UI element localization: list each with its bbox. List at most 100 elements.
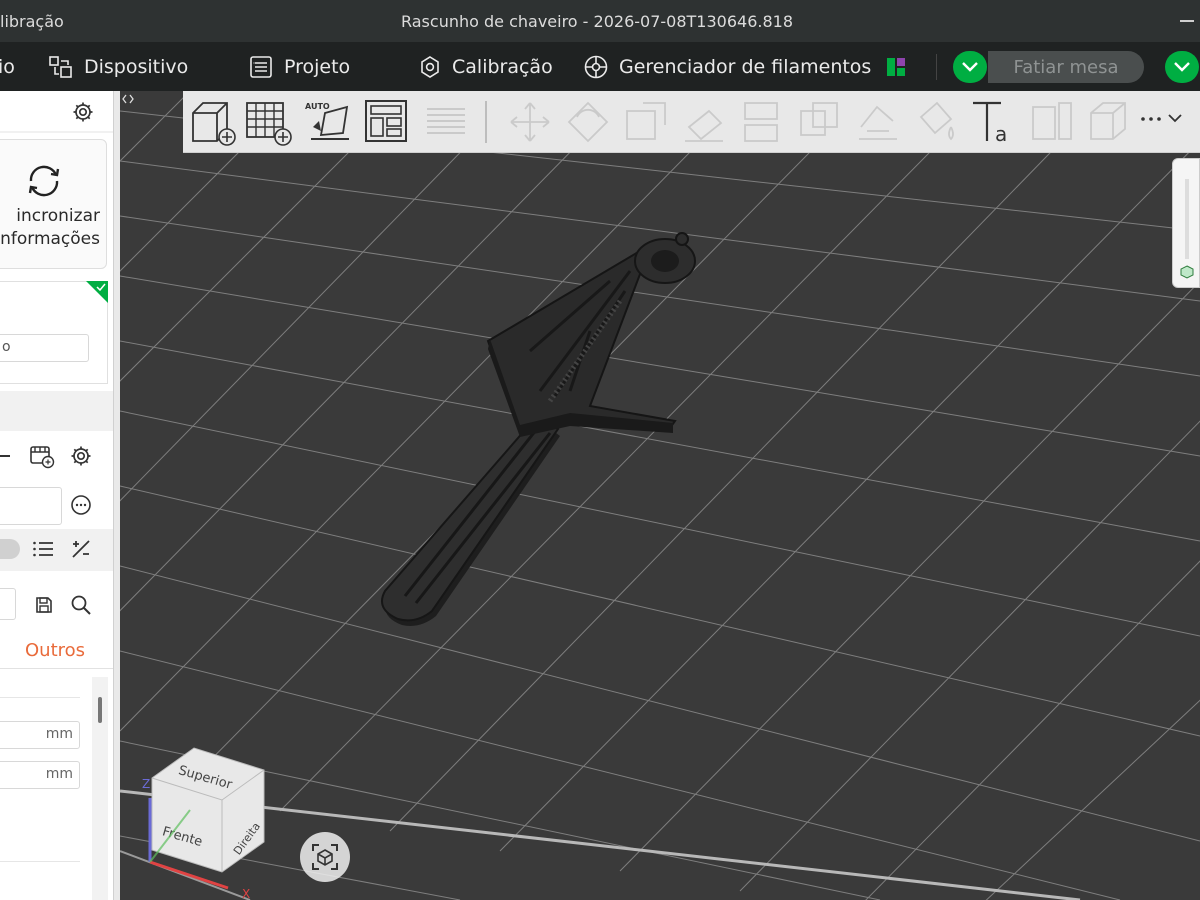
title-bar: libração Rascunho de chaveiro - 2026-07-… (0, 0, 1200, 42)
dimension-field-1[interactable]: mm (0, 721, 80, 749)
gear-icon (73, 102, 93, 122)
more-tools-button[interactable] (1139, 109, 1185, 134)
add-cube-icon (192, 102, 236, 146)
unit-label: mm (45, 726, 73, 742)
measure-icon (1032, 102, 1072, 140)
minus-icon[interactable] (0, 455, 10, 457)
add-plate-button[interactable] (243, 97, 293, 147)
arrange-icon (365, 100, 407, 142)
menu-item-filament-manager[interactable]: Gerenciador de filamentos (583, 42, 871, 91)
assembly-button[interactable] (1083, 97, 1133, 147)
print-dropdown-button[interactable] (1165, 51, 1199, 83)
3d-viewport[interactable] (120, 91, 1200, 900)
tab-others[interactable]: Outros (25, 640, 85, 661)
chevron-down-icon (962, 62, 978, 72)
layout-switch-button[interactable] (885, 42, 907, 91)
arrange-button[interactable] (363, 97, 413, 147)
list-view-button[interactable] (30, 537, 56, 561)
fit-view-icon (312, 844, 338, 870)
move-button[interactable] (505, 97, 555, 147)
support-paint-icon (859, 105, 897, 140)
move-icon (510, 102, 550, 142)
toolbar-separator (485, 101, 487, 143)
reset-view-button[interactable] (300, 832, 350, 882)
save-preset-button[interactable] (32, 593, 56, 617)
slice-plate-button[interactable]: Fatiar mesa (988, 51, 1144, 83)
menu-item-label: Gerenciador de filamentos (619, 55, 872, 78)
menu-item-device[interactable]: Dispositivo (48, 42, 188, 91)
process-preset-field[interactable] (0, 588, 16, 620)
right-view-panel[interactable] (1172, 158, 1200, 288)
svg-text:AUTO: AUTO (305, 102, 330, 111)
build-plate[interactable] (120, 91, 1200, 900)
color-paint-button[interactable] (911, 97, 961, 147)
menu-item-project[interactable]: Projeto (248, 42, 350, 91)
rotate-button[interactable] (563, 97, 613, 147)
menu-item-calibration[interactable]: Calibração (418, 42, 553, 91)
lay-on-face-button[interactable] (679, 97, 729, 147)
more-options-button[interactable] (68, 492, 94, 518)
ams-sync-icon (30, 446, 55, 469)
window-title: Rascunho de chaveiro - 2026-07-08T130646… (400, 12, 793, 31)
menu-item-label: Projeto (284, 55, 351, 78)
filament-select[interactable] (0, 487, 62, 525)
calibration-icon (421, 55, 439, 78)
check-icon (96, 283, 106, 291)
filament-sync-button[interactable] (28, 443, 56, 471)
measure-button[interactable] (1027, 97, 1077, 147)
gear-icon (71, 446, 91, 466)
svg-text:a: a (995, 122, 1007, 146)
tab-divider (0, 668, 113, 669)
chevron-down-icon (1174, 62, 1190, 72)
filament-settings-button[interactable] (68, 443, 94, 469)
lay-on-face-icon (685, 109, 723, 142)
layers-icon (427, 108, 465, 134)
more-horizontal-icon (71, 495, 91, 515)
menu-item-label: Dispositivo (84, 55, 189, 78)
sync-label-line1: incronizar (16, 206, 100, 226)
viewport-toolbar: AUTO a (183, 91, 1200, 153)
printer-field[interactable]: o (0, 334, 89, 362)
scrollbar-thumb[interactable] (98, 697, 102, 723)
assembly-icon (1090, 102, 1126, 140)
add-object-button[interactable] (187, 97, 237, 147)
row-divider (0, 861, 80, 862)
unit-label: mm (45, 766, 73, 782)
collapse-icon (122, 94, 134, 104)
boolean-button[interactable] (795, 97, 845, 147)
row-divider (0, 697, 80, 698)
printer-preset-card[interactable]: o (0, 281, 108, 384)
text-tool-icon: a (973, 101, 1007, 146)
auto-orient-button[interactable]: AUTO (303, 97, 353, 147)
minimize-button[interactable] (1180, 20, 1194, 22)
view-cube[interactable]: Superior Frente Direita Z X (130, 740, 280, 900)
compare-button[interactable] (68, 537, 94, 561)
project-icon (250, 55, 272, 78)
paint-bucket-icon (919, 101, 954, 141)
slice-dropdown-button[interactable] (953, 51, 987, 83)
search-button[interactable] (68, 592, 94, 618)
text-tool-button[interactable]: a (969, 97, 1019, 147)
sidebar: incronizar nformações o Outros mm mm (0, 91, 114, 900)
search-icon (71, 595, 91, 615)
support-paint-button[interactable] (853, 97, 903, 147)
layout-icon (887, 57, 905, 76)
menu-separator (936, 54, 937, 80)
rotate-icon (567, 101, 609, 143)
panel-handle (1185, 179, 1189, 259)
cut-icon (744, 102, 778, 142)
device-icon (49, 55, 72, 78)
scale-icon (626, 102, 666, 140)
split-layers-button[interactable] (423, 97, 473, 147)
collapse-sidebar-button[interactable] (121, 93, 137, 107)
scrollbar-track[interactable] (92, 677, 108, 900)
filament-manager-icon (584, 55, 608, 78)
x-axis-label: X (242, 887, 250, 900)
save-icon (36, 597, 52, 613)
scale-button[interactable] (621, 97, 671, 147)
dimension-field-2[interactable]: mm (0, 761, 80, 789)
advanced-toggle[interactable] (0, 539, 20, 559)
printer-settings-button[interactable] (70, 99, 96, 125)
cut-button[interactable] (737, 97, 787, 147)
menu-item-partial[interactable]: io (0, 42, 15, 91)
